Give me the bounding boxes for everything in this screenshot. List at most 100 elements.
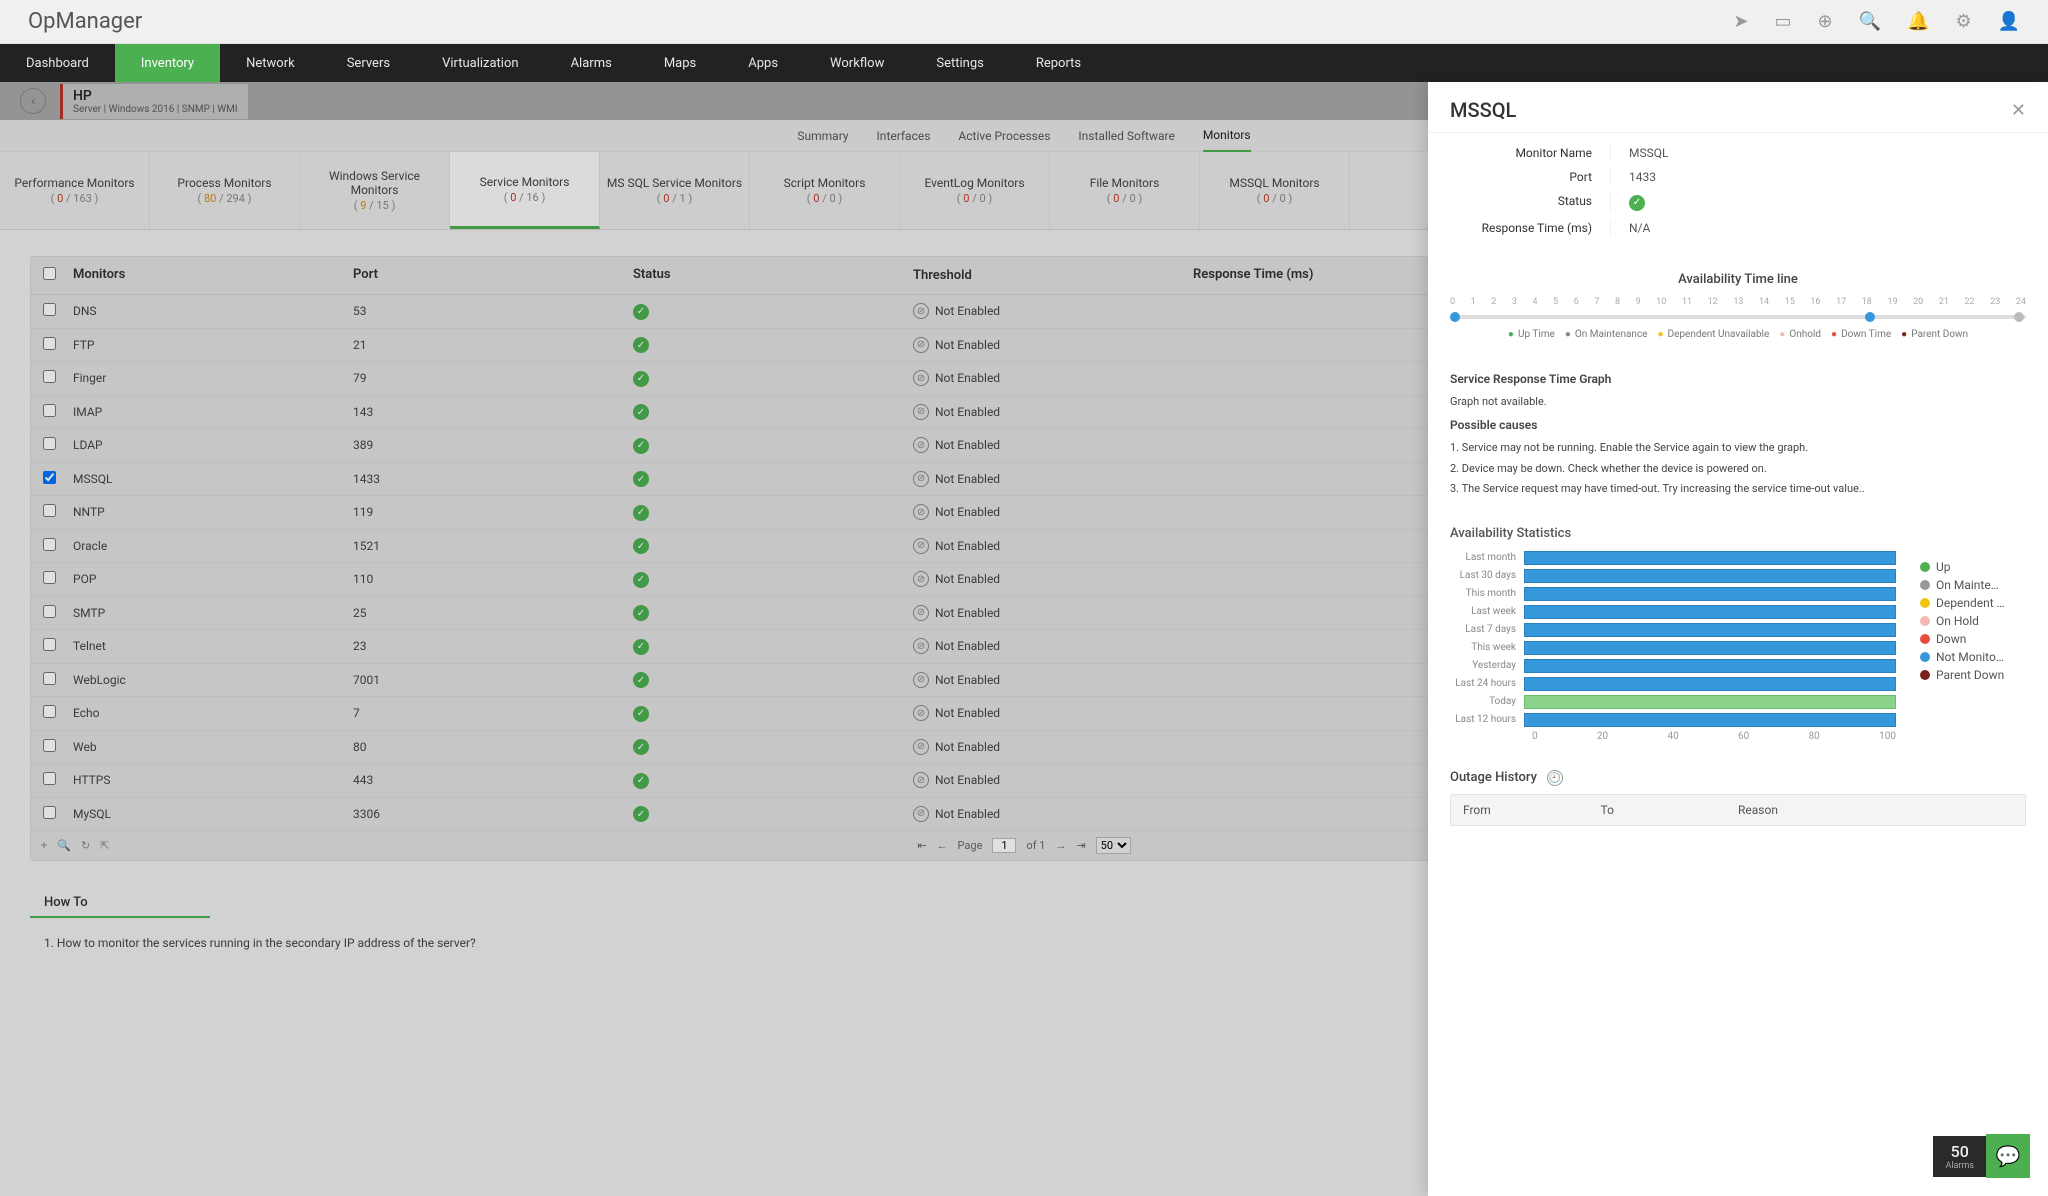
status-ok-icon: ✓ — [633, 706, 649, 722]
cattile-ms-sql-service-monitors[interactable]: MS SQL Service Monitors( 0 / 1 ) — [600, 152, 750, 229]
cause-3: 3. The Service request may have timed-ou… — [1450, 481, 2026, 498]
export-icon[interactable]: ⇱ — [100, 839, 109, 852]
bell-icon[interactable]: 🔔 — [1907, 11, 1929, 32]
nav-dashboard[interactable]: Dashboard — [0, 44, 115, 82]
nav-workflow[interactable]: Workflow — [804, 44, 910, 82]
nav-settings[interactable]: Settings — [910, 44, 1009, 82]
refresh-icon[interactable]: ↻ — [81, 839, 90, 852]
status-ok-icon: ✓ — [633, 304, 649, 320]
back-button[interactable]: ‹ — [20, 88, 46, 114]
threshold-disabled-icon: ⊘ — [913, 303, 929, 319]
nav-inventory[interactable]: Inventory — [115, 44, 220, 82]
outage-col-reason: Reason — [1738, 803, 2013, 817]
pager-prev[interactable]: ← — [937, 839, 948, 852]
subtab-installed-software[interactable]: Installed Software — [1078, 121, 1174, 151]
row-checkbox[interactable] — [43, 638, 56, 651]
row-checkbox[interactable] — [43, 504, 56, 517]
cattile-windows-service-monitors[interactable]: Windows Service Monitors( 9 / 15 ) — [300, 152, 450, 229]
row-checkbox[interactable] — [43, 772, 56, 785]
row-checkbox[interactable] — [43, 538, 56, 551]
timeline-bar[interactable] — [1450, 315, 2026, 319]
row-checkbox[interactable] — [43, 370, 56, 383]
col-port[interactable]: Port — [353, 267, 633, 284]
row-port: 443 — [353, 773, 633, 787]
prop-value: 1433 — [1610, 170, 2026, 184]
row-checkbox[interactable] — [43, 404, 56, 417]
row-checkbox[interactable] — [43, 471, 56, 484]
avstat-label: Last week — [1450, 606, 1524, 617]
row-port: 23 — [353, 639, 633, 653]
row-port: 1433 — [353, 472, 633, 486]
addon-icon[interactable]: ⊕ — [1818, 11, 1833, 32]
nav-servers[interactable]: Servers — [321, 44, 416, 82]
subtab-active-processes[interactable]: Active Processes — [958, 121, 1050, 151]
pager-first[interactable]: ⇤ — [917, 839, 926, 852]
prop-label: Port — [1450, 170, 1610, 184]
subtab-interfaces[interactable]: Interfaces — [877, 121, 931, 151]
row-checkbox[interactable] — [43, 303, 56, 316]
nav-reports[interactable]: Reports — [1010, 44, 1107, 82]
threshold-disabled-icon: ⊘ — [913, 538, 929, 554]
row-checkbox[interactable] — [43, 437, 56, 450]
status-ok-icon: ✓ — [633, 404, 649, 420]
threshold-disabled-icon: ⊘ — [913, 605, 929, 621]
threshold-text: Not Enabled — [935, 773, 1000, 787]
col-monitors[interactable]: Monitors — [73, 267, 353, 284]
row-checkbox[interactable] — [43, 739, 56, 752]
nav-apps[interactable]: Apps — [722, 44, 804, 82]
row-checkbox[interactable] — [43, 571, 56, 584]
row-checkbox[interactable] — [43, 705, 56, 718]
nav-alarms[interactable]: Alarms — [545, 44, 638, 82]
threshold-disabled-icon: ⊘ — [913, 370, 929, 386]
status-ok-icon: ✓ — [633, 337, 649, 353]
cattile-script-monitors[interactable]: Script Monitors( 0 / 0 ) — [750, 152, 900, 229]
row-port: 7001 — [353, 673, 633, 687]
close-icon[interactable]: ✕ — [2011, 100, 2026, 121]
row-name: Oracle — [73, 539, 353, 553]
row-checkbox[interactable] — [43, 605, 56, 618]
quickstart-icon[interactable]: ➤ — [1733, 11, 1748, 32]
user-icon[interactable]: 👤 — [1998, 11, 2020, 32]
pager-page-input[interactable] — [992, 838, 1016, 853]
cattile-performance-monitors[interactable]: Performance Monitors( 0 / 163 ) — [0, 152, 150, 229]
chat-icon[interactable]: 💬 — [1986, 1134, 2030, 1178]
row-port: 389 — [353, 438, 633, 452]
threshold-text: Not Enabled — [935, 572, 1000, 586]
pager-size[interactable]: 50 — [1096, 837, 1131, 854]
cattile-service-monitors[interactable]: Service Monitors( 0 / 16 ) — [450, 152, 600, 229]
row-checkbox[interactable] — [43, 672, 56, 685]
status-ok-icon: ✓ — [633, 639, 649, 655]
alarm-count-badge[interactable]: 50 Alarms — [1933, 1136, 1986, 1177]
threshold-text: Not Enabled — [935, 304, 1000, 318]
gear-icon[interactable]: ⚙ — [1955, 11, 1971, 32]
subtab-summary[interactable]: Summary — [797, 121, 848, 151]
search-table-icon[interactable]: 🔍 — [57, 839, 71, 852]
row-checkbox[interactable] — [43, 337, 56, 350]
timeline-title: Availability Time line — [1450, 272, 2026, 287]
threshold-text: Not Enabled — [935, 740, 1000, 754]
nav-maps[interactable]: Maps — [638, 44, 722, 82]
cattile-file-monitors[interactable]: File Monitors( 0 / 0 ) — [1050, 152, 1200, 229]
search-icon[interactable]: 🔍 — [1859, 11, 1881, 32]
pager-next[interactable]: → — [1055, 839, 1066, 852]
clock-icon[interactable]: 🕘 — [1547, 770, 1563, 786]
status-ok-icon: ✓ — [633, 438, 649, 454]
cattile-process-monitors[interactable]: Process Monitors( 80 / 294 ) — [150, 152, 300, 229]
add-icon[interactable]: + — [41, 839, 47, 852]
status-ok-icon: ✓ — [633, 572, 649, 588]
prop-label: Response Time (ms) — [1450, 221, 1610, 235]
select-all-checkbox[interactable] — [43, 267, 56, 280]
nav-network[interactable]: Network — [220, 44, 321, 82]
cattile-eventlog-monitors[interactable]: EventLog Monitors( 0 / 0 ) — [900, 152, 1050, 229]
screen-icon[interactable]: ▭ — [1774, 11, 1791, 32]
avstat-label: Last 24 hours — [1450, 678, 1524, 689]
row-checkbox[interactable] — [43, 806, 56, 819]
pager-last[interactable]: ⇥ — [1076, 839, 1085, 852]
col-status[interactable]: Status — [633, 267, 913, 284]
subtab-monitors[interactable]: Monitors — [1203, 120, 1251, 152]
cattile-mssql-monitors[interactable]: MSSQL Monitors( 0 / 0 ) — [1200, 152, 1350, 229]
row-port: 80 — [353, 740, 633, 754]
nav-virtualization[interactable]: Virtualization — [416, 44, 545, 82]
row-name: FTP — [73, 338, 353, 352]
col-threshold[interactable]: Threshold — [913, 267, 1193, 284]
